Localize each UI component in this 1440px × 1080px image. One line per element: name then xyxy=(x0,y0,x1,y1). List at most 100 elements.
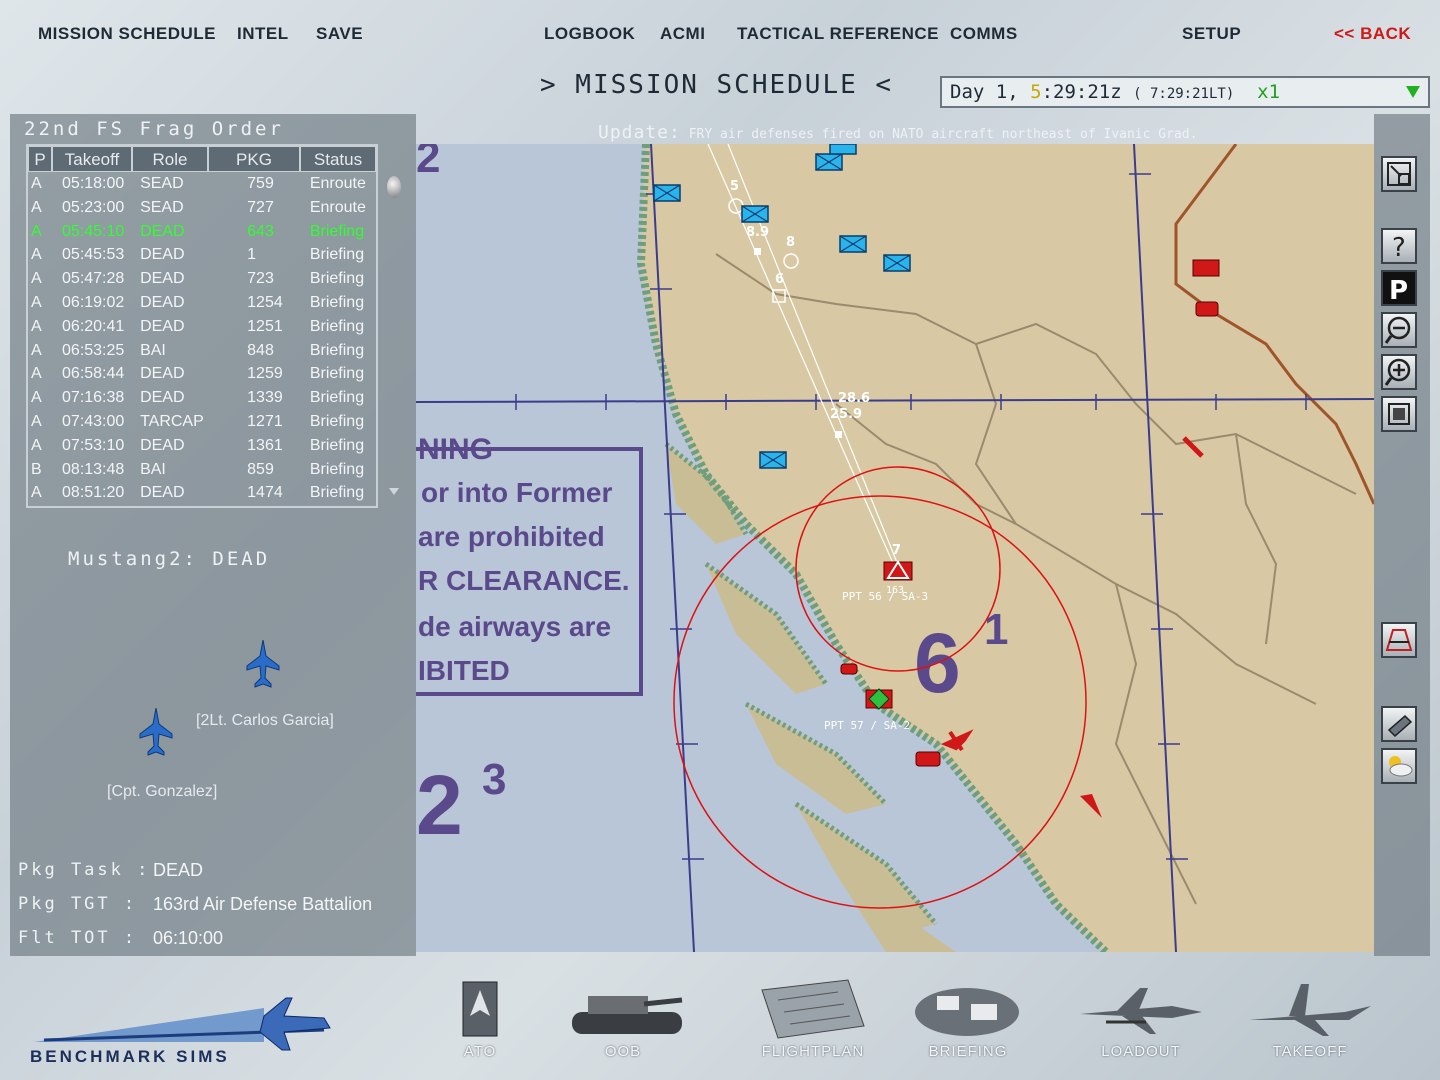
pilot-name[interactable]: [Cpt. Gonzalez] xyxy=(107,783,217,801)
cell-status: Enroute xyxy=(309,198,366,216)
table-row[interactable]: A 07:43:00 TARCAP 1271 Briefing xyxy=(28,410,376,434)
table-row[interactable]: A 08:51:20 DEAD 1474 Briefing xyxy=(28,481,376,505)
time-compression[interactable]: x1 xyxy=(1257,81,1280,103)
waypoint-icon[interactable] xyxy=(754,248,761,255)
menu-intel[interactable]: INTEL xyxy=(237,24,289,44)
column-takeoff[interactable]: Takeoff xyxy=(52,146,132,172)
fit-icon[interactable] xyxy=(1381,396,1417,432)
weather-front-icon[interactable] xyxy=(1381,706,1417,742)
table-row[interactable]: A 07:53:10 DEAD 1361 Briefing xyxy=(28,434,376,458)
waypoint-label: 6 xyxy=(775,272,784,287)
chart-number: 2 xyxy=(416,758,463,852)
menu-logbook[interactable]: LOGBOOK xyxy=(544,24,635,44)
table-row[interactable]: B 08:13:48 BAI 859 Briefing xyxy=(28,458,376,482)
zoom-in-icon[interactable] xyxy=(1381,354,1417,390)
flightplan-button[interactable]: FLIGHTPLAN xyxy=(748,976,878,1076)
zoom-out-icon[interactable] xyxy=(1381,312,1417,348)
tactical-map[interactable]: NING or into Former are prohibited R CLE… xyxy=(416,144,1374,952)
enemy-sam-icon[interactable] xyxy=(915,751,941,767)
table-row[interactable]: A 05:23:00 SEAD 727 Enroute xyxy=(28,196,376,220)
resize-icon[interactable] xyxy=(1381,156,1417,192)
column-role[interactable]: Role xyxy=(132,146,208,172)
back-button[interactable]: << BACK xyxy=(1334,24,1411,44)
table-row[interactable]: A 05:45:53 DEAD 1 Briefing xyxy=(28,243,376,267)
menu-save[interactable]: SAVE xyxy=(316,24,363,44)
enemy-unit-icon[interactable] xyxy=(1192,259,1220,277)
cell-status: Briefing xyxy=(309,341,365,359)
enemy-unit-icon[interactable] xyxy=(840,663,858,675)
scroll-down-icon[interactable] xyxy=(389,488,399,495)
cell-role: BAI xyxy=(140,341,166,359)
cell-role: TARCAP xyxy=(140,412,204,430)
table-row[interactable]: A 05:18:00 SEAD 759 Enroute xyxy=(28,172,376,196)
table-row[interactable]: A 07:16:38 DEAD 1339 Briefing xyxy=(28,386,376,410)
table-row[interactable]: A 06:20:41 DEAD 1251 Briefing xyxy=(28,315,376,339)
flight-tot-value: 06:10:00 xyxy=(153,928,224,948)
loadout-button[interactable]: LOADOUT xyxy=(1076,976,1206,1076)
cell-pkg: 1339 xyxy=(247,389,283,407)
cell-role: DEAD xyxy=(140,222,185,240)
weather-icon[interactable] xyxy=(1381,748,1417,784)
cell-role: DEAD xyxy=(140,389,185,407)
waypoint-label: 8.9 xyxy=(746,225,769,240)
scrollbar[interactable] xyxy=(386,172,402,502)
cell-pkg: 1271 xyxy=(247,412,283,430)
table-row[interactable]: A 05:47:28 DEAD 723 Briefing xyxy=(28,267,376,291)
cell-p: A xyxy=(31,270,42,288)
frag-order-title: 22nd FS Frag Order xyxy=(24,118,284,140)
briefing-button[interactable]: BRIEFING xyxy=(903,976,1033,1076)
cell-status: Briefing xyxy=(309,365,365,383)
pilot-name[interactable]: [2Lt. Carlos Garcia] xyxy=(196,712,334,730)
column-pkg[interactable]: PKG xyxy=(208,146,300,172)
map-canvas[interactable]: NING or into Former are prohibited R CLE… xyxy=(416,144,1374,952)
cell-status: Briefing xyxy=(309,293,365,311)
benchmark-sims-logo[interactable]: BENCHMARK SIMS xyxy=(24,990,344,1070)
menu-setup[interactable]: SETUP xyxy=(1182,24,1241,44)
cell-p: A xyxy=(31,389,42,407)
scroll-thumb[interactable] xyxy=(387,176,401,198)
cell-takeoff: 06:19:02 xyxy=(62,293,125,311)
menu-tactical-reference[interactable]: TACTICAL REFERENCE xyxy=(737,24,939,44)
oob-button[interactable]: OOB xyxy=(558,976,688,1076)
cell-role: BAI xyxy=(140,460,166,478)
table-row[interactable]: A 06:53:25 BAI 848 Briefing xyxy=(28,339,376,363)
cell-takeoff: 07:43:00 xyxy=(62,412,125,430)
oob-label: OOB xyxy=(604,1043,642,1060)
day-value: 1, xyxy=(995,81,1019,103)
jet-icon[interactable] xyxy=(245,640,281,688)
column-p[interactable]: P xyxy=(28,146,52,172)
pkg-target-value: 163rd Air Defense Battalion xyxy=(153,894,373,914)
threat-icon[interactable] xyxy=(1381,622,1417,658)
menu-comms[interactable]: COMMS xyxy=(950,24,1018,44)
time-display[interactable]: Day 1, 5:29:21z ( 7:29:21LT) x1 xyxy=(940,76,1430,108)
cell-takeoff: 06:58:44 xyxy=(62,365,125,383)
cell-status: Briefing xyxy=(309,389,365,407)
svg-text:P: P xyxy=(1389,276,1408,304)
cell-pkg: 759 xyxy=(247,175,274,192)
menu-mission-schedule[interactable]: MISSION SCHEDULE xyxy=(38,24,216,44)
waypoint-icon[interactable] xyxy=(835,431,842,438)
jet-icon[interactable] xyxy=(138,708,174,756)
table-row[interactable]: A 05:45:10 DEAD 643 Briefing xyxy=(28,220,376,244)
column-status[interactable]: Status xyxy=(300,146,376,172)
cell-status: Briefing xyxy=(309,412,365,430)
help-icon[interactable]: ? xyxy=(1381,228,1417,264)
cell-role: DEAD xyxy=(140,270,185,288)
cell-pkg: 727 xyxy=(247,198,274,216)
ato-button[interactable]: ATO xyxy=(415,976,545,1076)
enemy-sam-icon[interactable] xyxy=(1195,301,1219,317)
loadout-label: LOADOUT xyxy=(1101,1043,1181,1060)
chevron-down-icon[interactable] xyxy=(1406,86,1420,98)
tank-icon xyxy=(572,996,683,1034)
menu-acmi[interactable]: ACMI xyxy=(660,24,705,44)
takeoff-button[interactable]: TAKEOFF xyxy=(1245,976,1375,1076)
cell-takeoff: 05:47:28 xyxy=(62,270,125,288)
takeoff-jet-icon xyxy=(1249,984,1371,1036)
cell-takeoff: 07:53:10 xyxy=(62,436,125,454)
table-row[interactable]: A 06:19:02 DEAD 1254 Briefing xyxy=(28,291,376,315)
cell-pkg: 1251 xyxy=(247,317,283,335)
cell-takeoff: 05:18:00 xyxy=(62,175,125,192)
p-icon[interactable]: P xyxy=(1381,270,1417,306)
table-row[interactable]: A 06:58:44 DEAD 1259 Briefing xyxy=(28,362,376,386)
cell-p: A xyxy=(31,436,42,454)
